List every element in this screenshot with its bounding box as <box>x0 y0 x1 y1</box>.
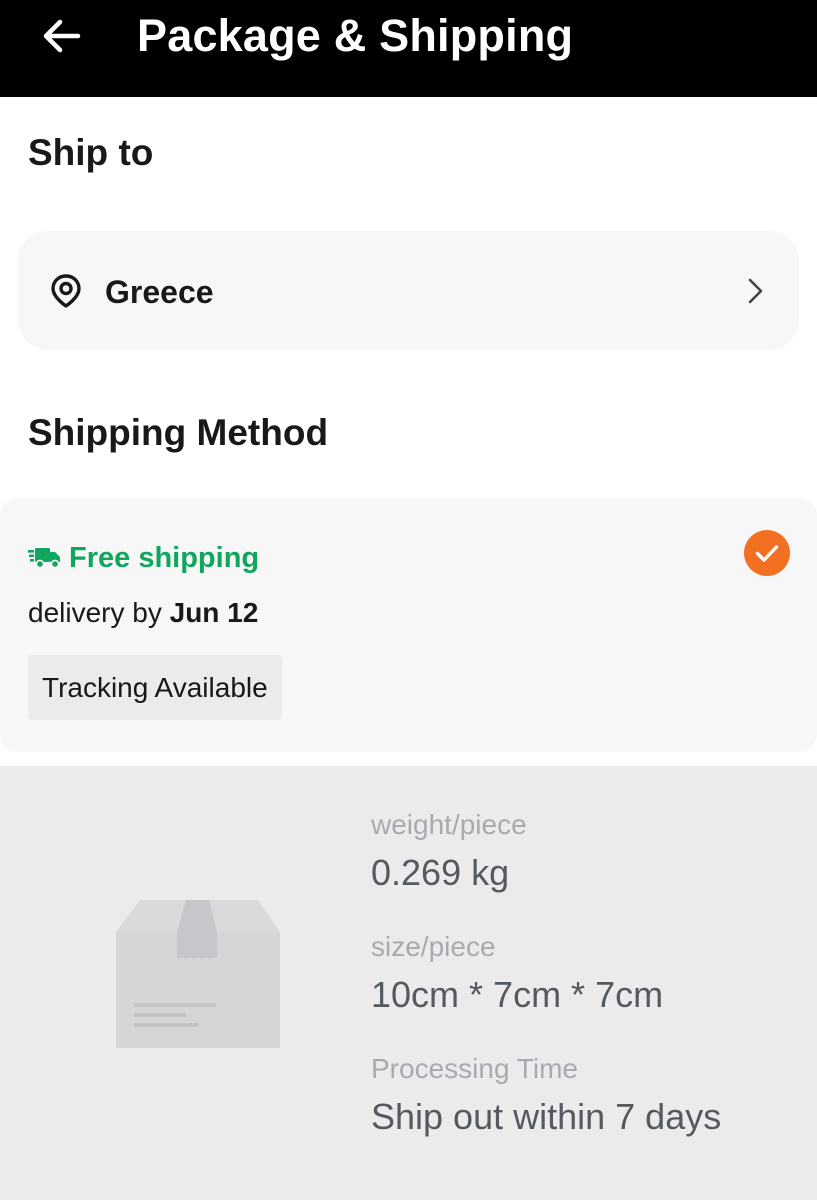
weight-value: 0.269 kg <box>371 852 510 893</box>
destination-country: Greece <box>105 274 214 310</box>
delivery-estimate: delivery by Jun 12 <box>28 596 258 630</box>
arrow-left-icon <box>43 19 81 53</box>
location-pin-icon <box>51 274 81 308</box>
shipping-option-card[interactable]: Free shipping delivery by Jun 12 Trackin… <box>0 498 817 752</box>
package-box-icon <box>116 900 280 1048</box>
delivery-date: Jun 12 <box>169 597 259 628</box>
weight-label: weight/piece <box>371 809 527 840</box>
top-app-bar: Package & Shipping <box>0 0 817 97</box>
processing-time-value: Ship out within 7 days <box>371 1096 722 1137</box>
destination-selector[interactable]: Greece <box>18 231 799 350</box>
shipping-method-heading: Shipping Method <box>28 412 329 453</box>
check-circle-icon <box>744 530 790 576</box>
delivery-prefix: delivery by <box>28 597 162 628</box>
ship-to-heading: Ship to <box>28 132 154 173</box>
truck-icon <box>28 548 60 569</box>
size-label: size/piece <box>371 931 496 962</box>
back-button[interactable] <box>34 8 90 64</box>
size-value: 10cm * 7cm * 7cm <box>371 974 664 1015</box>
tracking-badge: Tracking Available <box>28 655 282 720</box>
chevron-right-icon <box>748 278 763 304</box>
package-info-panel: weight/piece 0.269 kg size/piece 10cm * … <box>0 766 817 1200</box>
processing-time-label: Processing Time <box>371 1053 578 1084</box>
page-title: Package & Shipping <box>137 10 574 61</box>
free-shipping-label: Free shipping <box>69 542 260 574</box>
